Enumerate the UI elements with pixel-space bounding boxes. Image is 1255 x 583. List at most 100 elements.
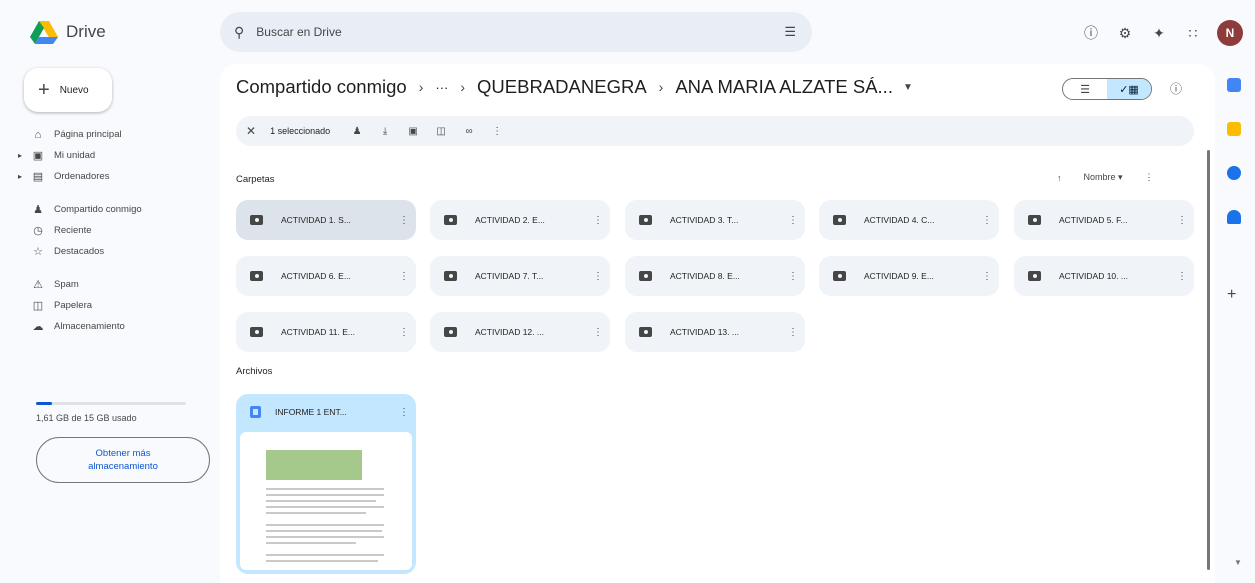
folder-item[interactable]: ACTIVIDAD 2. E... ⋮ bbox=[430, 200, 610, 240]
search-bar[interactable]: ⚲ ☰ bbox=[220, 12, 812, 52]
more-vert-icon[interactable]: ⋮ bbox=[1145, 172, 1154, 183]
shared-folder-icon bbox=[250, 327, 263, 337]
more-vert-icon[interactable]: ⋮ bbox=[586, 271, 610, 282]
more-vert-icon[interactable]: ⋮ bbox=[1170, 271, 1194, 282]
folder-item[interactable]: ACTIVIDAD 4. C... ⋮ bbox=[819, 200, 999, 240]
shared-folder-icon bbox=[1028, 271, 1041, 281]
folder-item[interactable]: ACTIVIDAD 5. F... ⋮ bbox=[1014, 200, 1194, 240]
sidebar-item-recent[interactable]: ◷ Reciente bbox=[18, 220, 208, 241]
shared-folder-icon bbox=[833, 215, 846, 225]
keep-icon[interactable] bbox=[1227, 122, 1241, 136]
get-more-storage-button[interactable]: Obtener más almacenamiento bbox=[36, 437, 210, 483]
selection-count: 1 seleccionado bbox=[270, 126, 331, 136]
sidebar-item-trash[interactable]: ◫ Papelera bbox=[18, 295, 208, 316]
search-input[interactable] bbox=[256, 25, 737, 39]
shared-folder-icon bbox=[639, 215, 652, 225]
folder-item[interactable]: ACTIVIDAD 1. S... ⋮ bbox=[236, 200, 416, 240]
sidebar-item-my-drive[interactable]: ▸ ▣ Mi unidad bbox=[18, 145, 208, 166]
spam-icon: ⚠ bbox=[33, 279, 43, 291]
more-vert-icon[interactable]: ⋮ bbox=[781, 327, 805, 338]
sort-direction-icon[interactable]: ↑ bbox=[1057, 173, 1062, 183]
more-vert-icon[interactable]: ⋮ bbox=[586, 215, 610, 226]
sidebar-item-spam[interactable]: ⚠ Spam bbox=[18, 274, 208, 295]
breadcrumb-current[interactable]: ANA MARIA ALZATE SÁ... bbox=[675, 76, 893, 98]
app-name: Drive bbox=[66, 22, 106, 41]
share-icon[interactable]: ♟ bbox=[350, 126, 364, 137]
check-grid-icon: ✓▦ bbox=[1119, 83, 1139, 96]
download-icon[interactable]: ⤓ bbox=[378, 126, 392, 137]
folder-name: ACTIVIDAD 6. E... bbox=[281, 271, 351, 281]
info-icon[interactable]: ⓘ bbox=[1170, 80, 1182, 97]
folder-item[interactable]: ACTIVIDAD 13. ... ⋮ bbox=[625, 312, 805, 352]
sidebar-item-home[interactable]: ⌂ Página principal bbox=[18, 124, 208, 145]
more-vert-icon[interactable]: ⋮ bbox=[392, 407, 416, 418]
link-icon[interactable]: ∞ bbox=[462, 126, 476, 137]
sidebar-item-storage[interactable]: ☁ Almacenamiento bbox=[18, 316, 208, 337]
sidebar-nav: ⌂ Página principal ▸ ▣ Mi unidad ▸ ▤ Ord… bbox=[18, 124, 208, 337]
trash-icon[interactable]: ◫ bbox=[434, 126, 448, 137]
apps-grid-icon[interactable]: ∷ bbox=[1183, 23, 1203, 43]
more-vert-icon[interactable]: ⋮ bbox=[975, 271, 999, 282]
add-addon-icon[interactable]: + bbox=[1227, 286, 1236, 304]
chevron-right-icon: › bbox=[460, 79, 466, 95]
grid-view-button[interactable]: ✓▦ bbox=[1107, 79, 1151, 99]
settings-icon[interactable]: ⚙ bbox=[1115, 23, 1135, 43]
search-icon[interactable]: ⚲ bbox=[234, 24, 244, 41]
gemini-icon[interactable]: ✦ bbox=[1149, 23, 1169, 43]
drive-icon: ▣ bbox=[32, 150, 44, 162]
scrollbar[interactable] bbox=[1207, 150, 1210, 570]
folder-item[interactable]: ACTIVIDAD 8. E... ⋮ bbox=[625, 256, 805, 296]
sidebar-item-shared[interactable]: ♟ Compartido conmigo bbox=[18, 199, 208, 220]
breadcrumb-middle[interactable]: QUEBRADANEGRA bbox=[477, 76, 647, 98]
more-vert-icon[interactable]: ⋮ bbox=[781, 215, 805, 226]
more-vert-icon[interactable]: ⋮ bbox=[781, 271, 805, 282]
shared-folder-icon bbox=[444, 215, 457, 225]
list-view-button[interactable]: ☰ bbox=[1063, 79, 1107, 99]
folder-item[interactable]: ACTIVIDAD 7. T... ⋮ bbox=[430, 256, 610, 296]
more-vert-icon[interactable]: ⋮ bbox=[392, 327, 416, 338]
scroll-down-arrow-icon[interactable]: ▼ bbox=[1234, 558, 1242, 567]
drive-logo[interactable]: Drive bbox=[30, 20, 106, 44]
tasks-icon[interactable] bbox=[1227, 166, 1241, 180]
search-options-icon[interactable]: ☰ bbox=[784, 24, 796, 40]
new-button-label: Nuevo bbox=[59, 84, 89, 96]
chevron-down-icon[interactable]: ▼ bbox=[903, 82, 913, 93]
folder-item[interactable]: ACTIVIDAD 3. T... ⋮ bbox=[625, 200, 805, 240]
contacts-icon[interactable] bbox=[1227, 210, 1241, 224]
folder-item[interactable]: ACTIVIDAD 11. E... ⋮ bbox=[236, 312, 416, 352]
more-vert-icon[interactable]: ⋮ bbox=[1170, 215, 1194, 226]
calendar-icon[interactable] bbox=[1227, 78, 1241, 92]
sidebar-item-label: Reciente bbox=[54, 225, 92, 236]
more-vert-icon[interactable]: ⋮ bbox=[586, 327, 610, 338]
move-icon[interactable]: ▣ bbox=[406, 126, 420, 137]
folder-item[interactable]: ACTIVIDAD 10. ... ⋮ bbox=[1014, 256, 1194, 296]
new-button[interactable]: + Nuevo bbox=[24, 68, 112, 112]
main-content: Compartido conmigo › ··· › QUEBRADANEGRA… bbox=[220, 64, 1215, 583]
expand-arrow-icon[interactable]: ▸ bbox=[18, 151, 22, 160]
header-actions: ⓘ ⚙ ✦ ∷ N bbox=[1081, 20, 1243, 46]
folder-item[interactable]: ACTIVIDAD 6. E... ⋮ bbox=[236, 256, 416, 296]
folder-item[interactable]: ACTIVIDAD 9. E... ⋮ bbox=[819, 256, 999, 296]
avatar[interactable]: N bbox=[1217, 20, 1243, 46]
sidebar-item-starred[interactable]: ☆ Destacados bbox=[18, 241, 208, 262]
sort-by-button[interactable]: Nombre ▾ bbox=[1084, 172, 1123, 183]
folder-item[interactable]: ACTIVIDAD 12. ... ⋮ bbox=[430, 312, 610, 352]
chevron-right-icon: › bbox=[418, 79, 424, 95]
more-vert-icon[interactable]: ⋮ bbox=[490, 126, 504, 137]
help-icon[interactable]: ⓘ bbox=[1081, 23, 1101, 43]
folder-name: ACTIVIDAD 10. ... bbox=[1059, 271, 1128, 281]
file-card[interactable]: INFORME 1 ENT... ⋮ bbox=[236, 394, 416, 574]
expand-arrow-icon[interactable]: ▸ bbox=[18, 172, 22, 181]
breadcrumb-root[interactable]: Compartido conmigo bbox=[236, 76, 407, 98]
plus-icon: + bbox=[38, 78, 50, 101]
breadcrumb-ellipsis[interactable]: ··· bbox=[435, 80, 448, 95]
more-vert-icon[interactable]: ⋮ bbox=[392, 271, 416, 282]
more-vert-icon[interactable]: ⋮ bbox=[975, 215, 999, 226]
side-panel-rail: + bbox=[1215, 64, 1255, 583]
sidebar-item-computers[interactable]: ▸ ▤ Ordenadores bbox=[18, 166, 208, 187]
more-vert-icon[interactable]: ⋮ bbox=[392, 215, 416, 226]
chevron-right-icon: › bbox=[658, 79, 664, 95]
cloud-icon: ☁ bbox=[32, 321, 44, 333]
clear-selection-icon[interactable]: ✕ bbox=[246, 124, 256, 138]
thumbnail-header-block bbox=[266, 450, 362, 480]
